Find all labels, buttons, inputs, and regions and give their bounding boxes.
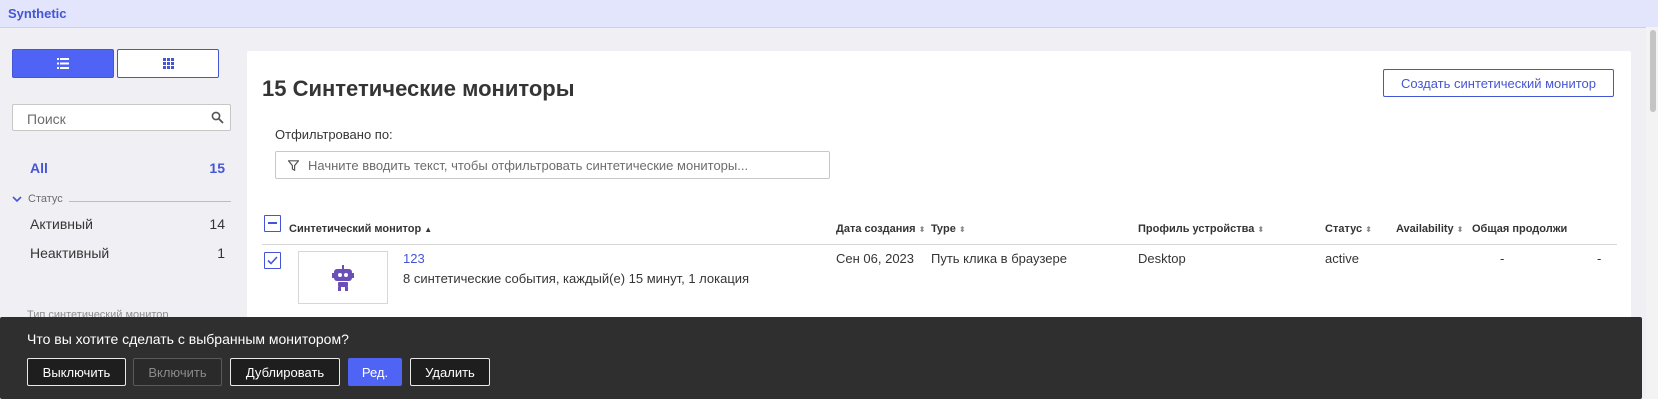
column-label: Type (931, 223, 956, 235)
monitor-type: Путь клика в браузере (931, 251, 1067, 266)
column-header-availability[interactable]: Availability ⬍ (1396, 223, 1463, 235)
sidebar-item-count: 14 (209, 216, 225, 232)
checkmark-icon (267, 256, 278, 265)
chevron-down-icon (12, 196, 22, 203)
created-date: Сен 06, 2023 (836, 251, 915, 266)
filter-box (275, 151, 830, 179)
divider (68, 200, 231, 202)
header-divider (262, 244, 1617, 245)
disable-button[interactable]: Выключить (27, 358, 126, 386)
top-bar: Synthetic (0, 0, 1658, 28)
column-header-duration[interactable]: Общая продолжи (1472, 223, 1617, 235)
list-icon (57, 58, 69, 69)
list-view-button[interactable] (12, 49, 114, 78)
duration-value: - (1597, 251, 1602, 266)
column-header-type[interactable]: Type ⬍ (931, 223, 966, 235)
sidebar-item-count: 1 (217, 245, 225, 261)
column-header-monitor[interactable]: Синтетический монитор ▲ (289, 223, 432, 235)
sidebar-item-active[interactable]: Активный 14 (30, 216, 225, 232)
column-header-device[interactable]: Профиль устройства ⬍ (1138, 223, 1264, 235)
column-label: Профиль устройства (1138, 223, 1255, 235)
sort-ascending-icon: ▲ (424, 225, 433, 234)
availability-value: - (1500, 251, 1505, 266)
create-monitor-button[interactable]: Создать синтетический монитор (1383, 69, 1614, 97)
filter-icon (288, 160, 299, 171)
app-title[interactable]: Synthetic (8, 6, 67, 21)
section-label: Статус (28, 193, 63, 205)
column-header-created[interactable]: Дата создания ⬍ (836, 223, 925, 235)
page-title: 15 Синтетические мониторы (262, 76, 575, 101)
sort-icon: ⬍ (1365, 225, 1372, 234)
column-label: Дата создания (836, 223, 916, 235)
sidebar-item-label: Активный (30, 216, 93, 232)
delete-button[interactable]: Удалить (410, 358, 490, 386)
sidebar-item-count: 15 (209, 160, 225, 176)
sidebar-item-inactive[interactable]: Неактивный 1 (30, 245, 225, 261)
sidebar-item-label: Неактивный (30, 245, 110, 261)
search-input[interactable] (25, 110, 209, 128)
column-label: Синтетический монитор (289, 223, 422, 235)
search-box (12, 104, 231, 131)
filter-label: Отфильтровано по: (275, 127, 393, 142)
monitor-name-link[interactable]: 123 (403, 251, 425, 266)
monitor-thumbnail[interactable] (298, 251, 388, 304)
sort-icon: ⬍ (1257, 225, 1265, 234)
column-label: Availability (1396, 223, 1454, 235)
row-checkbox[interactable] (264, 252, 281, 269)
status-value: active (1325, 251, 1359, 266)
filter-input[interactable] (306, 157, 810, 174)
grid-icon (162, 58, 174, 69)
sidebar-item-label: All (30, 160, 48, 176)
device-profile: Desktop (1138, 251, 1186, 266)
status-section-header[interactable]: Статус (12, 192, 231, 206)
search-icon[interactable] (211, 111, 224, 124)
select-all-checkbox[interactable] (264, 215, 281, 232)
scrollbar-thumb[interactable] (1650, 30, 1656, 112)
bulk-action-title: Что вы хотите сделать с выбранным монито… (27, 331, 349, 347)
monitor-description: 8 синтетические события, каждый(е) 15 ми… (403, 271, 750, 286)
sort-icon: ⬍ (1456, 225, 1464, 234)
sidebar-item-all[interactable]: All 15 (30, 160, 225, 176)
indeterminate-icon (268, 222, 277, 224)
column-label: Статус (1325, 223, 1363, 235)
column-label: Общая продолжи (1472, 223, 1568, 235)
sort-icon: ⬍ (918, 225, 926, 234)
enable-button[interactable]: Включить (133, 358, 222, 386)
sort-icon: ⬍ (958, 225, 966, 234)
edit-button[interactable]: Ред. (348, 358, 402, 386)
robot-icon (332, 264, 354, 291)
grid-view-button[interactable] (117, 49, 219, 78)
duplicate-button[interactable]: Дублировать (230, 358, 340, 386)
column-header-status[interactable]: Статус ⬍ (1325, 223, 1372, 235)
